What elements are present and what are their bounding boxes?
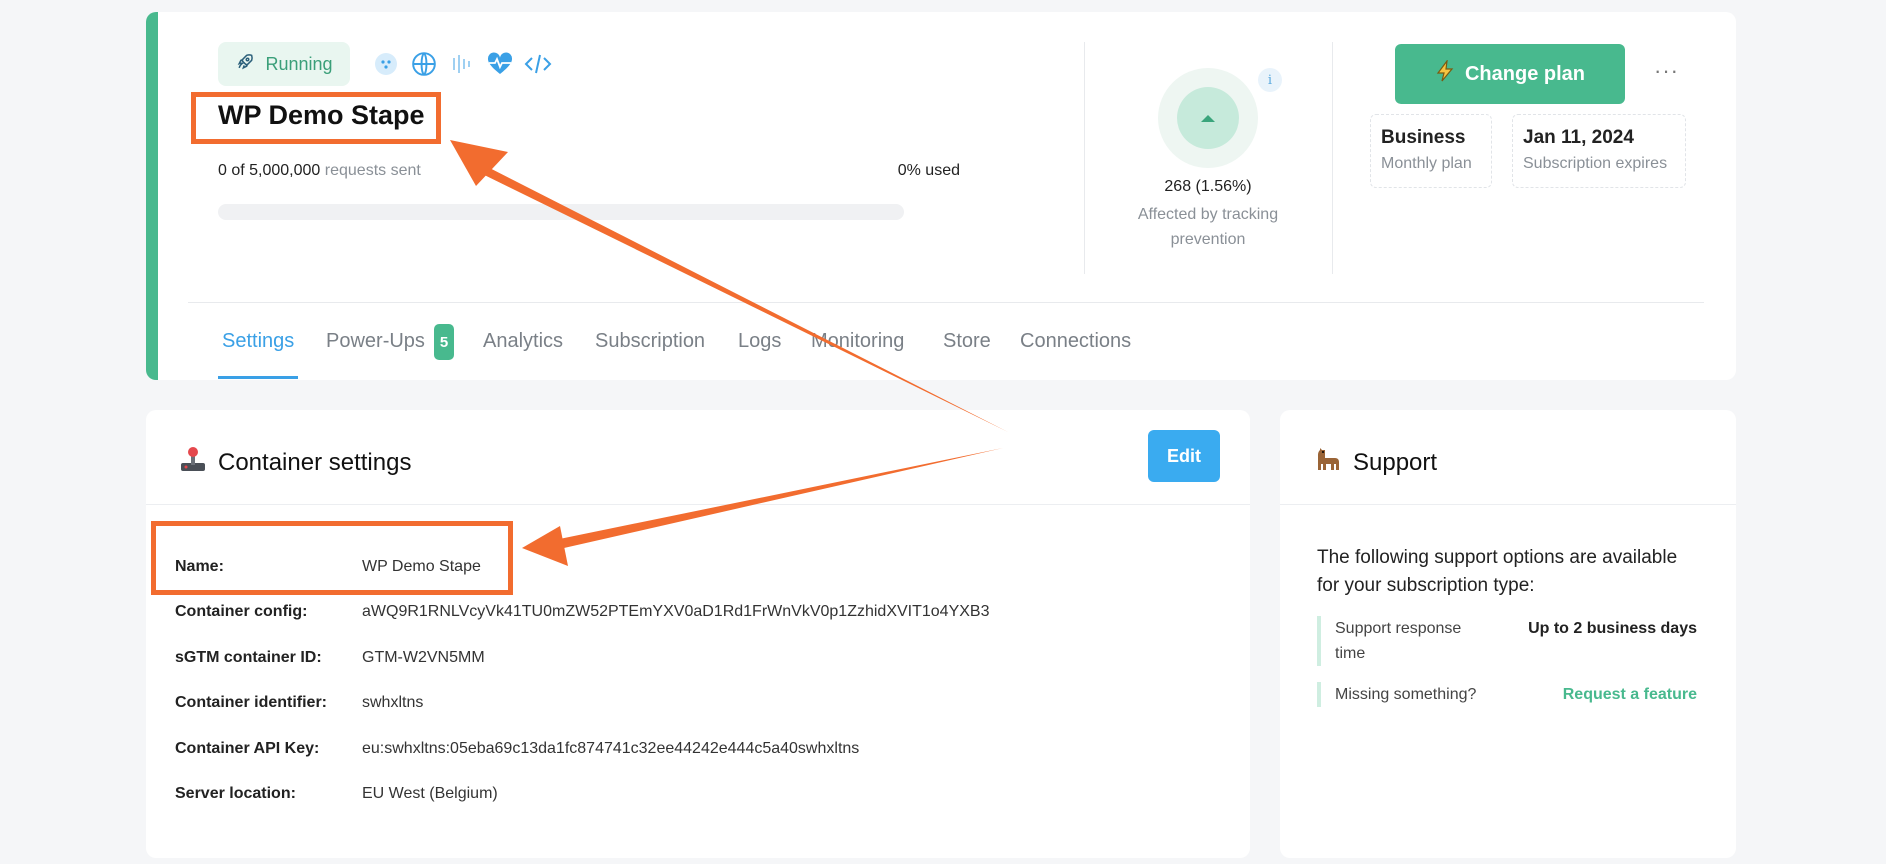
setting-key: Server location:	[175, 785, 296, 802]
plan-info: Business Monthly plan	[1370, 114, 1492, 188]
support-item-missing: Missing something? Request a feature	[1317, 682, 1697, 707]
expiry-info: Jan 11, 2024 Subscription expires	[1512, 114, 1686, 188]
heartbeat-icon[interactable]	[486, 50, 514, 78]
bars-icon[interactable]	[448, 50, 476, 78]
edit-button[interactable]: Edit	[1148, 430, 1220, 482]
support-item-value: Up to 2 business days	[1528, 620, 1697, 637]
tab-monitoring[interactable]: Monitoring	[811, 330, 904, 353]
annotation-highlight-name-row	[151, 521, 513, 595]
status-label: Running	[265, 53, 333, 74]
support-title-text: Support	[1353, 448, 1438, 476]
status-badge: Running	[218, 42, 350, 86]
joystick-icon	[178, 444, 208, 481]
rocket-icon	[235, 52, 255, 77]
support-title: Support	[1313, 444, 1437, 481]
setting-value: aWQ9R1RNLVcyVk41TU0mZW52PTEmYXV0aD1Rd1Fr…	[362, 603, 990, 620]
plan-name: Business	[1381, 127, 1466, 148]
divider	[1084, 42, 1085, 274]
power-ups-count-badge: 5	[434, 324, 454, 360]
tracking-prevention-value: 268 (1.56%)	[1164, 178, 1252, 195]
tab-power-ups[interactable]: Power-Ups	[326, 330, 425, 353]
usage-progress-bar	[218, 204, 904, 220]
container-settings-title: Container settings	[178, 444, 411, 481]
lightning-icon	[1435, 58, 1455, 88]
support-item-response-time: Support response time Up to 2 business d…	[1317, 616, 1697, 666]
change-plan-button[interactable]: Change plan	[1395, 44, 1625, 104]
code-icon[interactable]	[524, 50, 552, 78]
llama-icon	[1313, 444, 1343, 481]
setting-key: Container API Key:	[175, 740, 320, 757]
support-card: Support The following support options ar…	[1280, 410, 1736, 858]
container-settings-title-text: Container settings	[218, 448, 412, 476]
service-icons	[372, 50, 552, 78]
requests-counter: 0 of 5,000,000 requests sent	[218, 162, 421, 180]
tab-settings[interactable]: Settings	[222, 330, 294, 353]
tabs-divider	[188, 302, 1704, 303]
annotation-highlight-title	[191, 92, 441, 144]
request-feature-link[interactable]: Request a feature	[1563, 682, 1697, 707]
tracking-prevention-label: Affected by tracking prevention	[1137, 206, 1279, 248]
active-tab-indicator	[218, 376, 298, 379]
dots-icon[interactable]	[372, 50, 400, 78]
support-item-label: Support response time	[1335, 620, 1462, 662]
support-intro: The following support options are availa…	[1317, 547, 1678, 596]
tab-logs[interactable]: Logs	[738, 330, 781, 353]
usage-percent: 0% used	[897, 162, 960, 179]
expiry-date: Jan 11, 2024	[1523, 127, 1634, 148]
status-accent-bar	[146, 12, 158, 380]
setting-key: Container config:	[175, 603, 308, 620]
chevron-up-icon	[1177, 87, 1239, 149]
setting-value: GTM-W2VN5MM	[362, 649, 485, 666]
tracking-prevention-gauge	[1158, 68, 1258, 168]
expiry-label: Subscription expires	[1523, 155, 1668, 172]
tab-analytics[interactable]: Analytics	[483, 330, 563, 353]
info-icon[interactable]: i	[1258, 68, 1282, 92]
container-overview-card: Running WP Demo Stape 0 of 5,000,000 req…	[146, 12, 1736, 380]
more-options-icon[interactable]: ···	[1654, 58, 1679, 84]
change-plan-label: Change plan	[1464, 62, 1585, 85]
globe-icon[interactable]	[410, 50, 438, 78]
plan-type: Monthly plan	[1381, 155, 1472, 172]
setting-key: Container identifier:	[175, 694, 328, 711]
card-header: Container settings Edit	[146, 410, 1250, 505]
card-header: Support	[1280, 410, 1736, 505]
container-settings-card: Container settings Edit Name: WP Demo St…	[146, 410, 1250, 858]
tab-store[interactable]: Store	[943, 330, 991, 353]
divider	[1332, 42, 1333, 274]
support-item-label: Missing something?	[1335, 686, 1477, 703]
setting-value: swhxltns	[362, 694, 424, 711]
setting-value: eu:swhxltns:05eba69c13da1fc874741c32ee44…	[362, 740, 860, 757]
requests-count: 0 of 5,000,000	[218, 162, 321, 179]
setting-value: EU West (Belgium)	[362, 785, 498, 802]
tab-connections[interactable]: Connections	[1020, 330, 1131, 353]
requests-suffix: requests sent	[324, 162, 421, 179]
tab-subscription[interactable]: Subscription	[595, 330, 705, 353]
setting-key: sGTM container ID:	[175, 649, 322, 666]
